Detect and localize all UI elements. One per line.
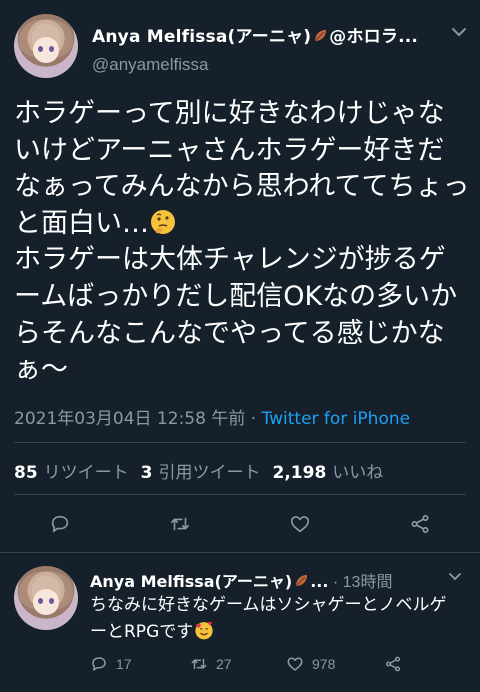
reply-actions: 17 27 978	[90, 655, 450, 675]
likes-label: いいね	[332, 463, 384, 483]
thinking-face-icon	[151, 209, 175, 234]
timestamp[interactable]: 2021年03月04日 12:58 午前	[14, 409, 245, 429]
leaf-icon	[295, 575, 308, 587]
likes-count: 2,198	[272, 463, 327, 483]
likes-stat[interactable]: 2,198 いいね	[273, 463, 384, 483]
author-info[interactable]: Anya Melfissa(アーニャ) @ホロラ... @anyamelfiss…	[92, 22, 432, 75]
more-options-button[interactable]	[444, 20, 474, 44]
share-icon	[411, 515, 429, 533]
reply-text-body: ちなみに好きなゲームはソシャゲーとノベルゲーとRPGです	[90, 595, 447, 642]
reply-reply-count: 17	[116, 656, 132, 672]
avatar[interactable]	[14, 14, 78, 78]
retweets-stat[interactable]: 85 リツイート	[14, 463, 129, 483]
chevron-down-icon	[449, 573, 461, 581]
engagement-stats: 85 リツイート 3 引用ツイート 2,198 いいね	[14, 458, 383, 483]
quotes-label: 引用ツイート	[158, 463, 261, 483]
reply-icon	[51, 515, 69, 533]
retweets-label: リツイート	[43, 463, 129, 483]
quotes-stat[interactable]: 3 引用ツイート	[141, 463, 261, 483]
tweet-meta: 2021年03月04日 12:58 午前 · Twitter for iPhon…	[14, 404, 410, 429]
retweets-count: 85	[14, 463, 38, 483]
reply-avatar[interactable]	[14, 566, 78, 630]
reply-text: ちなみに好きなゲームはソシャゲーとノベルゲーとRPGです	[90, 592, 462, 646]
reply-time[interactable]: · 13時間	[328, 574, 393, 591]
divider	[0, 552, 480, 553]
reply-reply-button[interactable]: 17	[90, 655, 132, 673]
tweet-actions	[0, 510, 480, 538]
handle[interactable]: @anyamelfissa	[92, 55, 432, 75]
reply-header: Anya Melfissa(アーニャ) ... · 13時間	[90, 568, 470, 592]
reply-like-button[interactable]: 978	[286, 655, 335, 673]
reply-button[interactable]	[46, 510, 74, 538]
reply-icon	[92, 657, 106, 671]
quotes-count: 3	[140, 463, 153, 483]
retweet-icon	[170, 517, 190, 531]
smiling-face-with-hearts-icon	[195, 621, 213, 640]
chevron-down-icon	[452, 28, 466, 37]
meta-separator: ·	[245, 409, 262, 429]
tweet-text: ホラゲーって別に好きなわけじゃないけどアーニャさんホラゲー好きだなぁってみんなか…	[14, 96, 470, 389]
reply-retweet-button[interactable]: 27	[190, 655, 232, 673]
leaf-icon	[314, 30, 327, 42]
display-name[interactable]: Anya Melfissa(アーニャ) @ホロラ...	[92, 22, 432, 47]
source-app-link[interactable]: Twitter for iPhone	[262, 409, 411, 429]
retweet-icon	[191, 658, 207, 670]
reply-name-ellipsis: ...	[310, 572, 329, 591]
reply-share-button[interactable]	[384, 655, 402, 673]
divider	[14, 442, 466, 443]
reply-more-options-button[interactable]	[440, 564, 470, 588]
name-suffix: @ホロラ...	[329, 27, 419, 47]
like-icon	[287, 657, 303, 671]
tweet-text-part2: ホラゲーは大体チャレンジが捗るゲームばっかりだし配信OKなの多いからそんなこんな…	[14, 244, 458, 386]
share-icon	[385, 656, 401, 672]
display-name-text: Anya Melfissa(アーニャ)	[92, 27, 312, 47]
reply-retweet-count: 27	[216, 656, 232, 672]
reply-like-count: 978	[312, 656, 336, 672]
divider	[14, 494, 466, 495]
share-button[interactable]	[406, 510, 434, 538]
reply-display-name[interactable]: Anya Melfissa(アーニャ)	[90, 572, 292, 591]
tweet-text-part1: ホラゲーって別に好きなわけじゃないけどアーニャさんホラゲー好きだなぁってみんなか…	[14, 98, 470, 239]
retweet-button[interactable]	[166, 510, 194, 538]
like-icon	[290, 516, 310, 533]
like-button[interactable]	[286, 510, 314, 538]
